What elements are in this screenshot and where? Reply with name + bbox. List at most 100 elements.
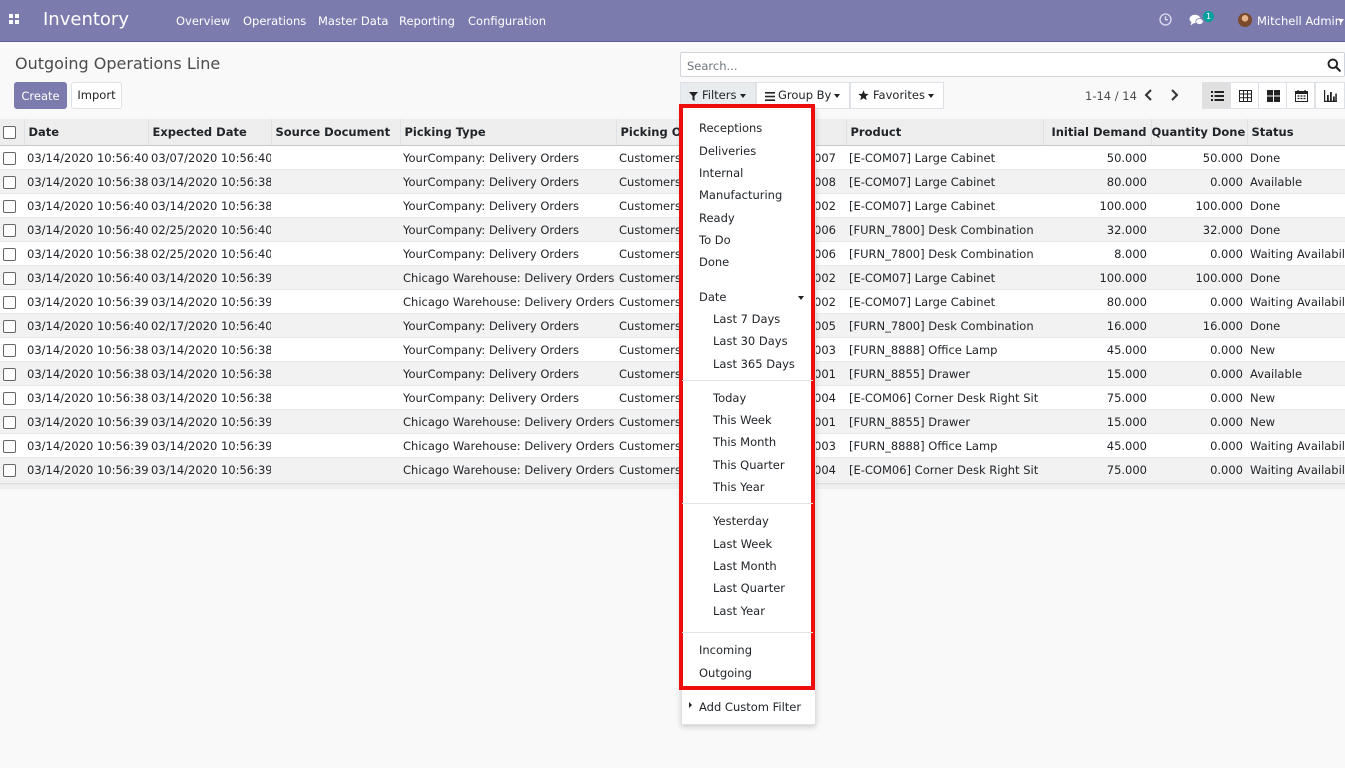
row-checkbox[interactable] (0, 169, 24, 194)
search-icon[interactable] (1327, 58, 1341, 72)
column-header-date[interactable]: Date (24, 119, 149, 146)
filter-to-do[interactable]: To Do (699, 233, 731, 247)
calendar-view-button[interactable] (1286, 82, 1315, 109)
search-input[interactable] (685, 56, 1309, 75)
filter-date-last-month[interactable]: Last Month (713, 559, 777, 573)
favorites-button[interactable]: Favorites (850, 82, 944, 109)
select-all-checkbox[interactable] (0, 119, 25, 146)
checkbox[interactable] (3, 175, 16, 189)
filter-date-this-month[interactable]: This Month (713, 435, 776, 449)
group-by-button[interactable]: Group By (756, 82, 850, 109)
apps-grid-icon[interactable] (9, 14, 20, 25)
column-header-source-document[interactable]: Source Document (271, 119, 401, 146)
filter-date-last-7-days[interactable]: Last 7 Days (713, 312, 780, 326)
table-row[interactable]: 03/14/2020 10:56:38 03/14/2020 10:56:38 Yo… (0, 385, 1345, 410)
row-checkbox[interactable] (0, 217, 24, 242)
filter-date-last-365-days[interactable]: Last 365 Days (713, 357, 795, 371)
filter-date-last-week[interactable]: Last Week (713, 537, 772, 551)
column-header-product[interactable]: Product (846, 119, 1044, 146)
pager-value[interactable]: 1-14 / 14 (1085, 89, 1137, 103)
table-row[interactable]: 03/14/2020 10:56:38 03/14/2020 10:56:38 Yo… (0, 361, 1345, 386)
checkbox[interactable] (3, 319, 16, 333)
row-checkbox[interactable] (0, 457, 24, 482)
table-row[interactable]: 03/14/2020 10:56:40 03/07/2020 10:56:40 Yo… (0, 145, 1345, 170)
chevron-left-icon[interactable] (1144, 89, 1153, 101)
filter-date-last-30-days[interactable]: Last 30 Days (713, 334, 788, 348)
table-row[interactable]: 03/14/2020 10:56:38 03/14/2020 10:56:38 Yo… (0, 337, 1345, 362)
filter-date-last-quarter[interactable]: Last Quarter (713, 581, 785, 595)
filter-ready[interactable]: Ready (699, 211, 735, 225)
row-checkbox[interactable] (0, 409, 24, 434)
row-checkbox[interactable] (0, 193, 24, 218)
filter-date-this-week[interactable]: This Week (713, 413, 772, 427)
column-header-expected-date[interactable]: Expected Date (148, 119, 272, 146)
filter-date-last-year[interactable]: Last Year (713, 604, 765, 618)
checkbox[interactable] (3, 271, 16, 285)
checkbox[interactable] (3, 247, 16, 261)
filter-date-today[interactable]: Today (713, 391, 746, 405)
checkbox[interactable] (3, 295, 16, 309)
table-row[interactable]: 03/14/2020 10:56:39 03/14/2020 10:56:39 Ch… (0, 289, 1345, 314)
menu-master-data[interactable]: Master Data (318, 14, 388, 28)
clock-icon[interactable] (1159, 13, 1172, 26)
checkbox[interactable] (3, 199, 16, 213)
chat-icon[interactable] (1189, 14, 1204, 27)
checkbox[interactable] (3, 367, 16, 381)
menu-overview[interactable]: Overview (176, 14, 230, 28)
filter-incoming[interactable]: Incoming (699, 643, 752, 657)
table-row[interactable]: 03/14/2020 10:56:40 03/14/2020 10:56:38 Yo… (0, 193, 1345, 218)
chevron-right-icon[interactable] (1170, 89, 1179, 101)
row-checkbox[interactable] (0, 433, 24, 458)
create-button[interactable]: Create (14, 82, 67, 109)
filter-date-yesterday[interactable]: Yesterday (713, 514, 769, 528)
column-header-picking-type[interactable]: Picking Type (400, 119, 617, 146)
list-view-button[interactable] (1202, 82, 1231, 109)
checkbox[interactable] (3, 439, 16, 453)
table-row[interactable]: 03/14/2020 10:56:38 03/14/2020 10:56:38 Yo… (0, 169, 1345, 194)
row-checkbox[interactable] (0, 145, 24, 170)
filter-manufacturing[interactable]: Manufacturing (699, 188, 782, 202)
row-checkbox[interactable] (0, 361, 24, 386)
row-checkbox[interactable] (0, 337, 24, 362)
column-header-quantity-done[interactable]: Quantity Done (1151, 119, 1248, 146)
menu-reporting[interactable]: Reporting (399, 14, 455, 28)
filter-internal[interactable]: Internal (699, 166, 743, 180)
add-custom-filter-button[interactable]: Add Custom Filter (699, 700, 801, 714)
checkbox[interactable] (3, 151, 16, 165)
checkbox[interactable] (3, 463, 16, 477)
filter-outgoing[interactable]: Outgoing (699, 666, 752, 680)
checkbox[interactable] (3, 391, 16, 405)
table-row[interactable]: 03/14/2020 10:56:39 03/14/2020 10:56:39 Ch… (0, 409, 1345, 434)
row-checkbox[interactable] (0, 265, 24, 290)
checkbox[interactable] (3, 415, 16, 429)
row-checkbox[interactable] (0, 241, 24, 266)
column-header-status[interactable]: Status (1247, 119, 1345, 146)
avatar[interactable] (1238, 13, 1252, 27)
table-row[interactable]: 03/14/2020 10:56:38 02/25/2020 10:56:40 Yo… (0, 241, 1345, 266)
filters-button[interactable]: Filters (680, 82, 756, 109)
import-button[interactable]: Import (71, 82, 122, 109)
filter-receptions[interactable]: Receptions (699, 121, 762, 135)
kanban-view-button[interactable] (1258, 82, 1287, 109)
table-row[interactable]: 03/14/2020 10:56:40 02/17/2020 10:56:40 Yo… (0, 313, 1345, 338)
checkbox[interactable] (3, 223, 16, 237)
row-checkbox[interactable] (0, 313, 24, 338)
filter-date-this-quarter[interactable]: This Quarter (713, 458, 785, 472)
filter-done[interactable]: Done (699, 255, 729, 269)
table-row[interactable]: 03/14/2020 10:56:39 03/14/2020 10:56:39 Ch… (0, 457, 1345, 482)
user-menu[interactable]: Mitchell Admin (1257, 14, 1342, 28)
row-checkbox[interactable] (0, 385, 24, 410)
table-row[interactable]: 03/14/2020 10:56:40 03/14/2020 10:56:39 Ch… (0, 265, 1345, 290)
row-checkbox[interactable] (0, 289, 24, 314)
filter-date-this-year[interactable]: This Year (713, 480, 765, 494)
graph-view-button[interactable] (1315, 82, 1345, 109)
column-header-initial-demand[interactable]: Initial Demand (1043, 119, 1152, 146)
filter-deliveries[interactable]: Deliveries (699, 144, 756, 158)
table-row[interactable]: 03/14/2020 10:56:39 03/14/2020 10:56:39 Ch… (0, 433, 1345, 458)
pivot-view-button[interactable] (1230, 82, 1259, 109)
table-row[interactable]: 03/14/2020 10:56:40 02/25/2020 10:56:40 Yo… (0, 217, 1345, 242)
menu-configuration[interactable]: Configuration (468, 14, 546, 28)
filter-date[interactable]: Date (699, 290, 727, 304)
app-title[interactable]: Inventory (43, 9, 129, 30)
menu-operations[interactable]: Operations (243, 14, 306, 28)
